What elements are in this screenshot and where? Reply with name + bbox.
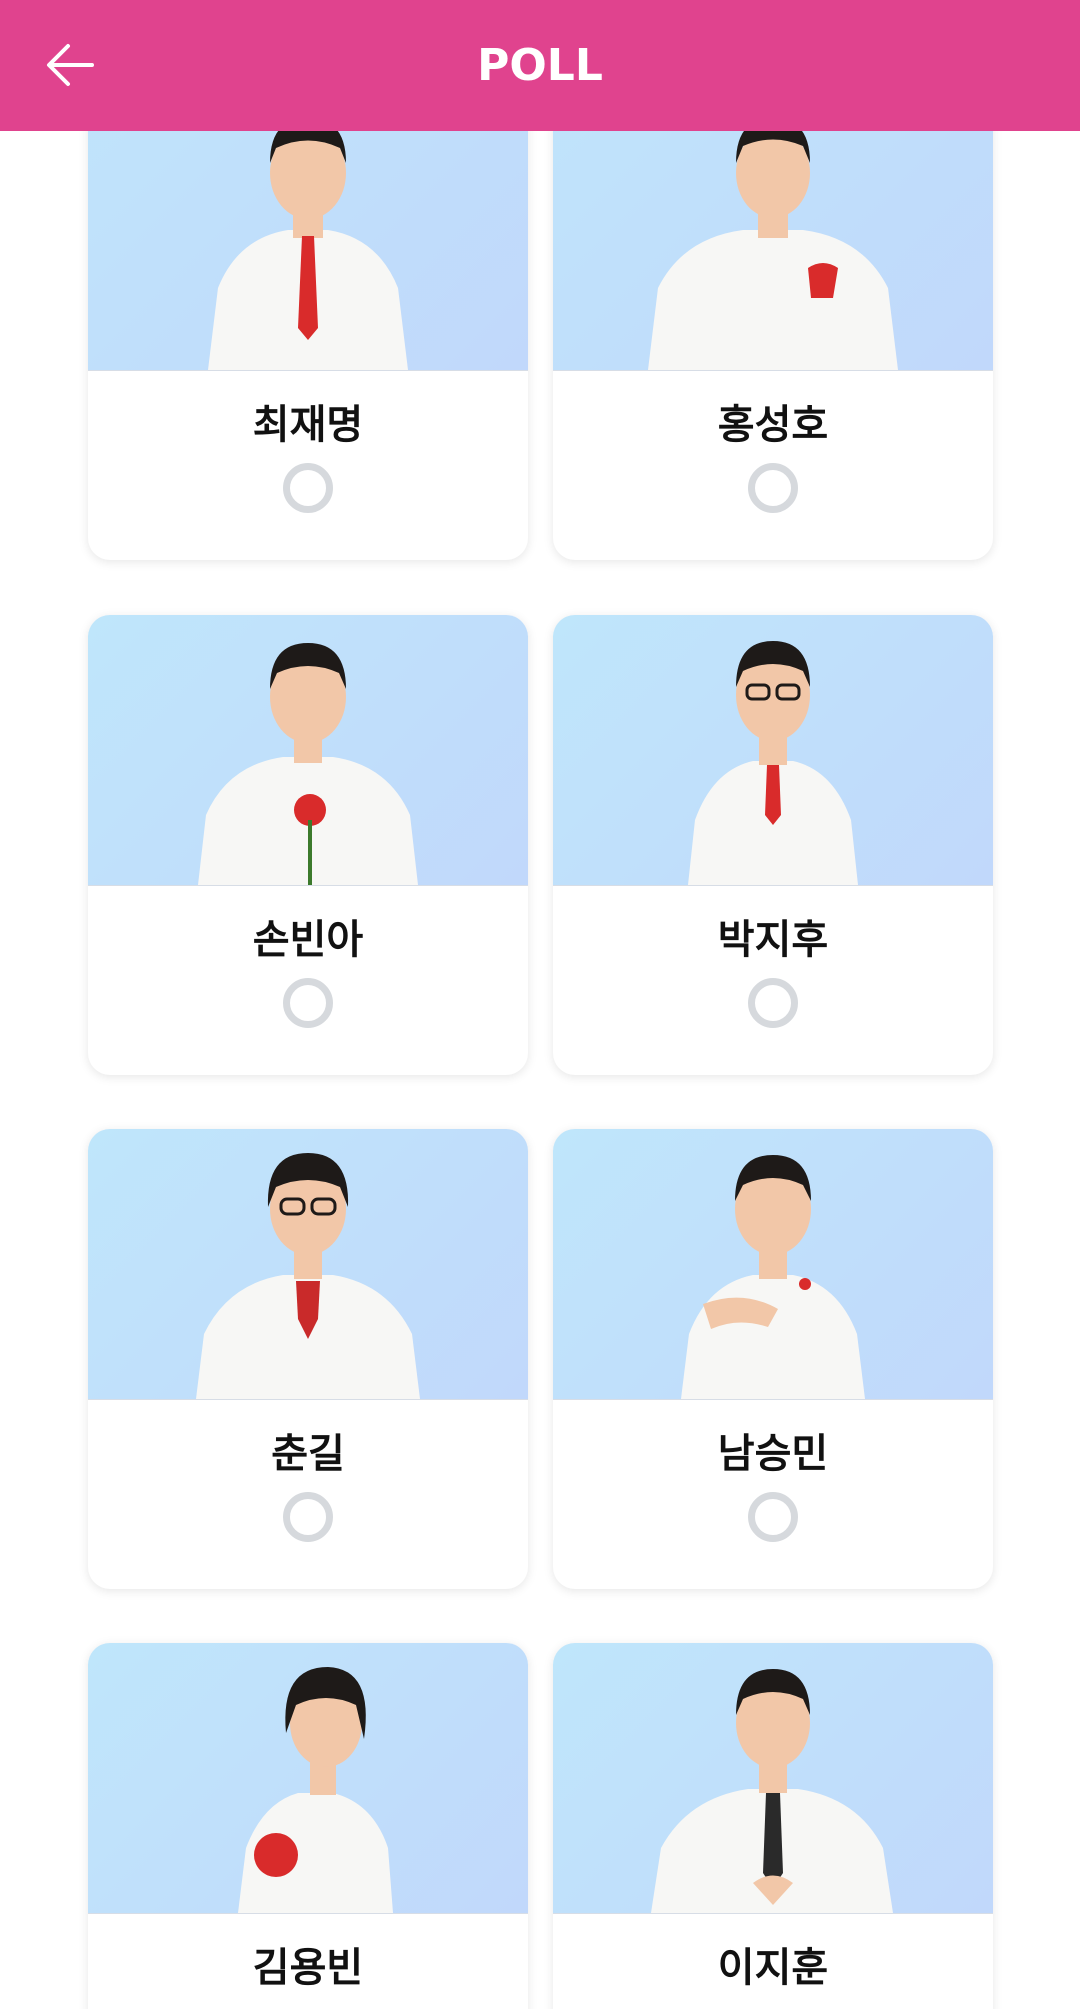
candidate-photo [553, 1643, 993, 1914]
vote-radio[interactable] [283, 463, 333, 513]
candidate-photo [88, 615, 528, 886]
candidate-name: 박지후 [717, 917, 829, 963]
candidate-card[interactable]: 이지훈 [553, 1643, 993, 2009]
page-title: POLL [477, 40, 603, 91]
candidate-name: 손빈아 [252, 917, 364, 963]
top-app-bar: POLL [0, 0, 1080, 131]
person-illustration [651, 1669, 893, 1913]
candidate-photo [88, 1643, 528, 1914]
vote-radio[interactable] [748, 463, 798, 513]
vote-radio[interactable] [283, 978, 333, 1028]
vote-radio[interactable] [748, 1492, 798, 1542]
candidate-name: 남승민 [717, 1431, 829, 1477]
candidate-photo [88, 1129, 528, 1400]
person-illustration [196, 1153, 420, 1399]
person-illustration [198, 643, 418, 885]
person-illustration [238, 1667, 393, 1913]
candidate-name: 춘길 [271, 1431, 345, 1477]
candidate-card[interactable]: 남승민 [553, 1129, 993, 1589]
person-illustration [681, 1155, 865, 1399]
candidate-name: 이지훈 [717, 1945, 829, 1991]
candidate-card[interactable]: 박지후 [553, 615, 993, 1075]
candidate-card[interactable]: 춘길 [88, 1129, 528, 1589]
candidate-photo [553, 1129, 993, 1400]
candidate-name: 홍성호 [717, 402, 829, 448]
candidate-name: 최재명 [252, 402, 364, 448]
candidate-photo [553, 615, 993, 886]
vote-radio[interactable] [748, 978, 798, 1028]
person-illustration [688, 641, 858, 885]
candidate-grid: 최재명 홍성호 손빈아 박지후 춘길 남승민 김용빈 이지훈 [0, 0, 1080, 2009]
candidate-card[interactable]: 손빈아 [88, 615, 528, 1075]
candidate-card[interactable]: 김용빈 [88, 1643, 528, 2009]
candidate-name: 김용빈 [252, 1945, 364, 1991]
vote-radio[interactable] [283, 1492, 333, 1542]
poll-screen: 최재명 홍성호 손빈아 박지후 춘길 남승민 김용빈 이지훈 POLL [0, 0, 1080, 2009]
